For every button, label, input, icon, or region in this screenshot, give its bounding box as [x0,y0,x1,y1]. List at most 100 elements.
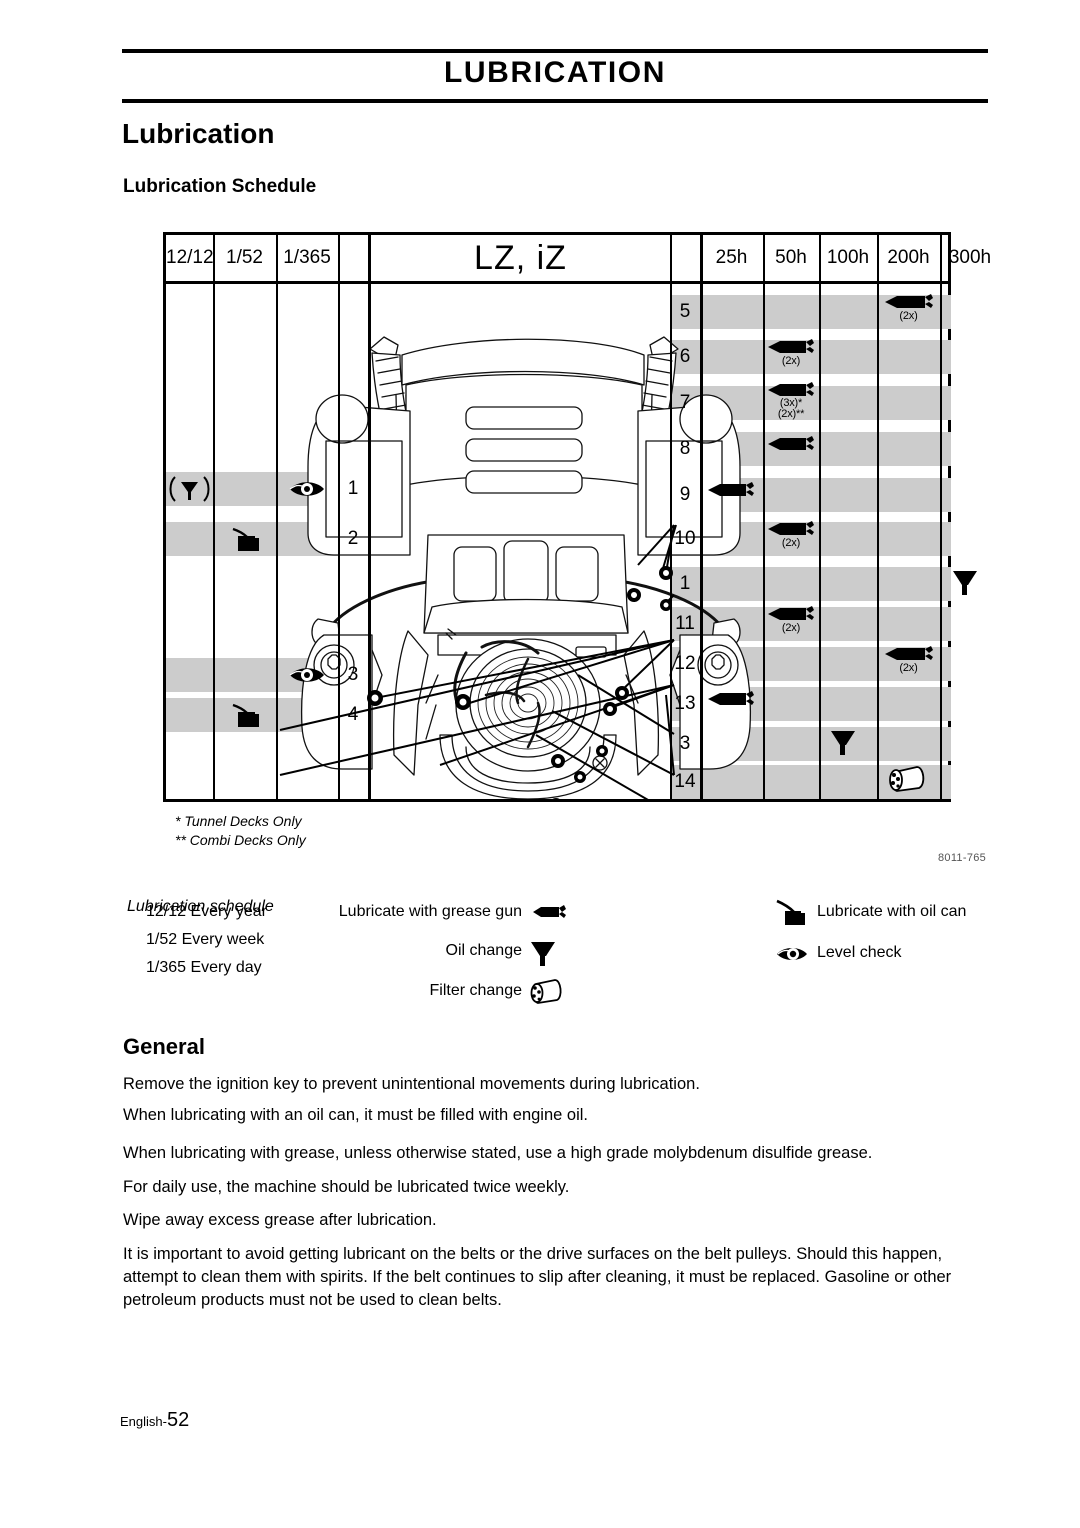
legend-label-filter-change: Filter change [429,982,523,999]
general-paragraph: Remove the ignition key to prevent unint… [123,1075,700,1093]
table-rownum: 4 [347,704,359,725]
legend-label-oil-change: Oil change [445,942,523,959]
cell-grease-row7: (3x)* (2x)** [763,382,819,420]
page-footer: English-52 [120,1409,189,1432]
general-paragraph: It is important to avoid getting lubrica… [123,1245,952,1309]
cell-oil-change-row3b [819,727,877,757]
table-header-1-52: 1/52 [226,247,263,268]
header-rule-top [122,49,988,53]
cell-level-check-row1 [276,472,338,506]
table-header-300h: 300h [948,247,992,268]
footnote-tunnel-decks: * Tunnel Decks Only [175,813,302,829]
footnote-combi-decks: ** Combi Decks Only [175,832,306,848]
table-rownum: 6 [679,346,691,367]
cell-grease-row12: (2x) [877,645,940,674]
table-rownum: 3 [679,733,691,754]
cell-level-check-row3 [276,658,338,692]
cell-multiplier: (2x) [781,622,801,634]
general-paragraph: For daily use, the machine should be lub… [123,1178,570,1196]
table-header-1-365: 1/365 [283,247,331,268]
footer-language: English- [120,1414,167,1429]
page-header-title: LUBRICATION [443,56,667,89]
cell-multiplier: (2x) [781,355,801,367]
funnel-icon [953,571,977,595]
general-paragraph: When lubricating with an oil can, it mus… [123,1106,588,1124]
table-rownum: 1 [347,478,359,499]
oil-can-icon [776,899,805,925]
eye-icon [777,948,807,960]
cell-multiplier: (2x) [899,310,918,322]
funnel-icon [831,731,855,755]
grease-gun-icon [708,482,754,496]
table-header-12-12: 12/12 [166,247,214,268]
table-rownum: 3 [347,664,359,685]
cell-grease-row10: (2x) [763,520,819,549]
grease-gun-icon [768,606,814,620]
table-header-25h: 25h [715,247,748,268]
table-vrule [700,235,703,799]
table-header-model: LZ, iZ [474,239,567,277]
grease-gun-icon [533,905,566,918]
grease-gun-icon [768,382,814,396]
table-header-100h: 100h [826,247,870,268]
grease-gun-icon [708,691,754,705]
grease-gun-icon [885,294,933,308]
table-vrule [819,235,821,799]
table-rownum: 10 [674,528,696,549]
oil-can-icon [232,527,259,551]
table-header-50h: 50h [775,247,807,268]
cell-multiplier-secondary: (2x)** [777,408,805,420]
legend-interval-week: 1/52 Every week [146,931,265,948]
footer-page-number: 52 [166,1409,190,1431]
table-rownum: 11 [675,613,695,634]
grease-gun-icon [768,339,814,353]
funnel-bracket-icon [169,476,210,502]
document-page: LUBRICATION Lubrication Lubrication Sche… [0,0,1080,1528]
cell-grease-row8 [763,435,819,453]
table-rownum: 9 [679,484,691,505]
grease-gun-icon [768,521,814,535]
subsection-title-lubrication-schedule: Lubrication Schedule [123,176,317,197]
table-rownum: 13 [674,693,696,714]
cell-oil-change-row1 [166,472,213,506]
cell-multiplier: (2x) [781,537,801,549]
legend-label-grease-gun: Lubricate with grease gun [338,903,522,920]
cell-grease-row5: (2x) [877,293,940,322]
section-title-lubrication: Lubrication [122,118,275,149]
lubrication-schedule-table: 12/12 1/52 1/365 LZ, iZ 25h 50h 100h 200… [163,232,991,802]
table-rownum: 1 [679,573,691,594]
filter-icon [530,979,562,1004]
eye-icon [289,668,324,682]
table-rownum: 5 [679,301,691,322]
legend-interval-year: 12/12 Every year [146,903,267,920]
cell-grease-row13 [700,690,763,708]
general-paragraph: Wipe away excess grease after lubricatio… [123,1211,437,1229]
table-rownum: 7 [679,392,691,413]
grease-gun-icon [885,646,933,660]
cell-filter-row14 [877,763,940,795]
table-header-rule [166,281,948,284]
funnel-icon [531,942,555,966]
table-vrule [940,235,942,799]
table-vrule [368,235,371,799]
table-vrule [276,235,278,799]
cell-grease-row11: (2x) [763,605,819,634]
table-vrule [763,235,765,799]
cell-grease-row9 [700,481,763,499]
grease-gun-icon [768,436,814,450]
oil-can-icon [232,703,259,727]
cell-oil-can-row2 [213,522,276,556]
table-rownum: 14 [674,771,696,792]
general-paragraph: When lubricating with grease, unless oth… [123,1144,873,1162]
filter-icon [889,766,925,792]
table-rownum: 12 [674,653,696,674]
row-band [670,727,951,761]
table-rownum: 8 [679,438,691,459]
legend-interval-day: 1/365 Every day [146,959,262,976]
cell-multiplier: (2x) [899,662,918,674]
cell-oil-can-row4 [213,698,276,732]
legend-label-oil-can: Lubricate with oil can [817,903,967,920]
eye-icon [289,482,324,496]
figure-reference-number: 8011-765 [938,852,987,864]
legend-label-level-check: Level check [817,944,902,961]
